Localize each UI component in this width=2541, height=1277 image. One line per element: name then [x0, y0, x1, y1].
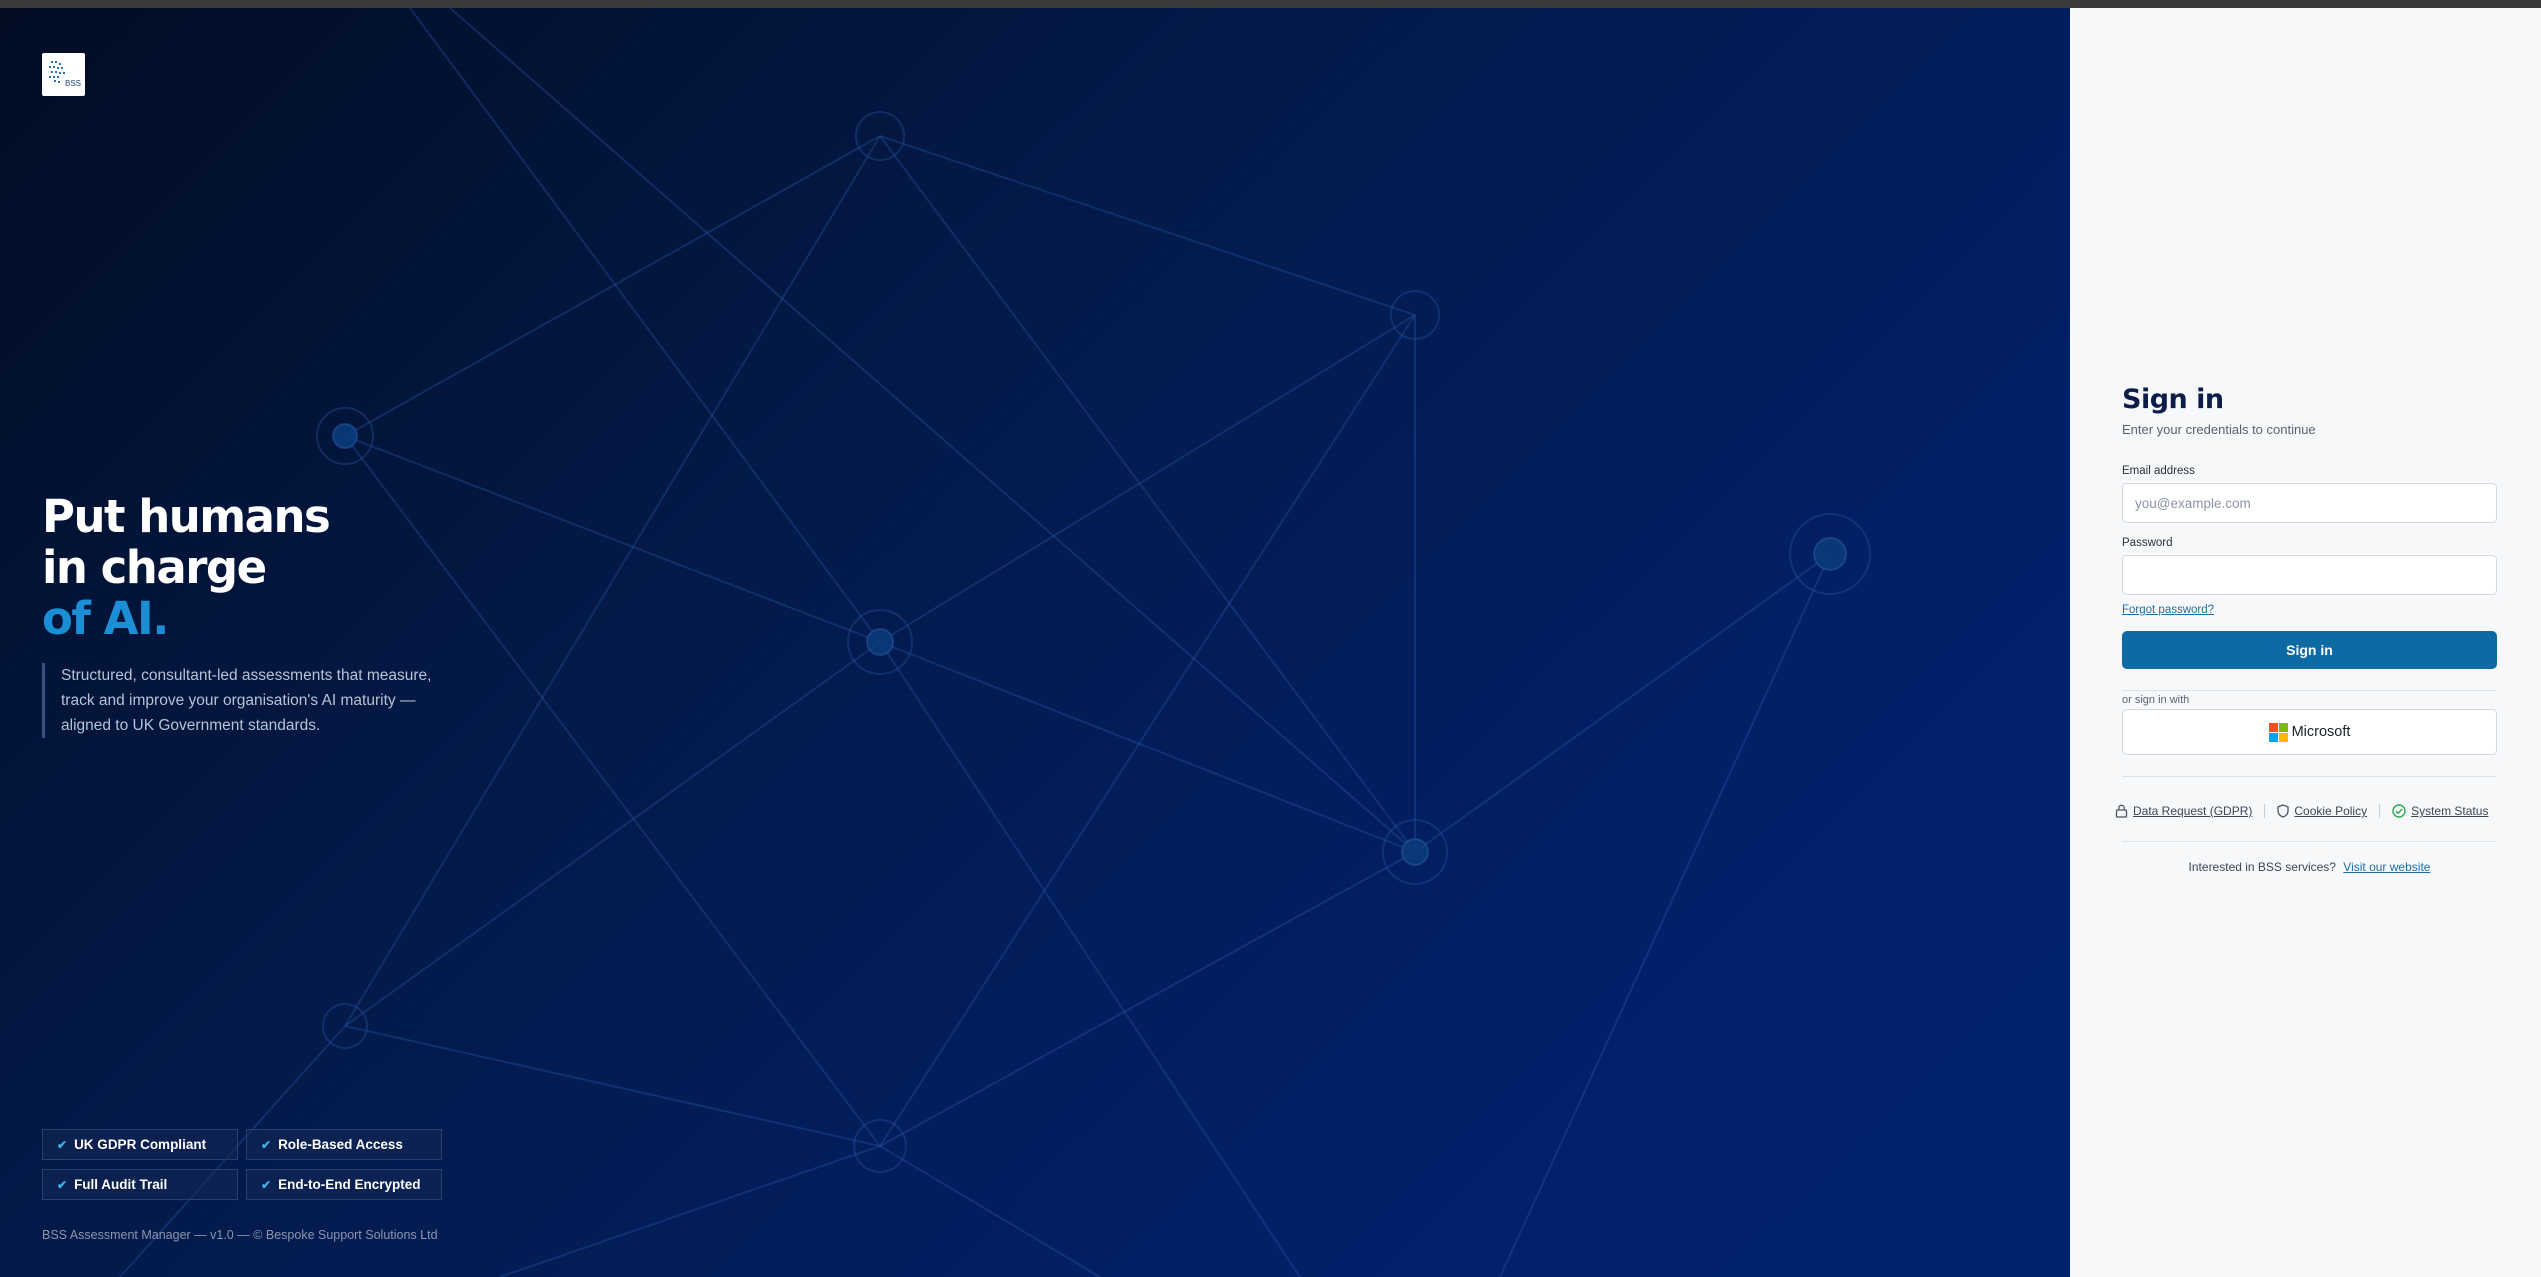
- gdpr-request-link[interactable]: Data Request (GDPR): [2115, 804, 2252, 818]
- or-sign-in-with: or sign in with: [2122, 694, 2190, 706]
- badge-role-access: ✔ Role-Based Access: [246, 1129, 442, 1160]
- badge-audit-trail: ✔ Full Audit Trail: [42, 1169, 238, 1200]
- email-label: Email address: [2122, 465, 2195, 477]
- signin-button[interactable]: Sign in: [2122, 631, 2497, 669]
- microsoft-signin-button[interactable]: Microsoft: [2122, 709, 2497, 755]
- email-input[interactable]: [2122, 483, 2497, 523]
- signin-title: Sign in: [2122, 384, 2224, 415]
- shield-icon: [2277, 804, 2290, 818]
- visit-website-link[interactable]: Visit our website: [2343, 860, 2430, 874]
- badge-gdpr: ✔ UK GDPR Compliant: [42, 1129, 238, 1160]
- badge-label: Role-Based Access: [278, 1137, 403, 1152]
- interest-text: Interested in BSS services?: [2188, 860, 2336, 874]
- hero-intro: Structured, consultant-led assessments t…: [42, 663, 461, 738]
- check-circle-icon: [2392, 804, 2406, 818]
- forgot-password-link[interactable]: Forgot password?: [2122, 604, 2497, 616]
- divider: [2122, 690, 2497, 691]
- signin-panel: Sign in Enter your credentials to contin…: [2070, 8, 2541, 1277]
- headline-accent: of AI.: [42, 592, 169, 645]
- headline-line-2: in charge: [42, 541, 267, 594]
- check-icon: ✔: [57, 1177, 68, 1192]
- link-divider: [2264, 804, 2266, 818]
- policy-links: Data Request (GDPR) Cookie Policy System…: [2115, 804, 2505, 818]
- badge-label: End-to-End Encrypted: [278, 1177, 421, 1192]
- system-status-link[interactable]: System Status: [2392, 804, 2488, 818]
- badge-encrypted: ✔ End-to-End Encrypted: [246, 1169, 442, 1200]
- signin-form: Sign in Enter your credentials to contin…: [2115, 384, 2497, 874]
- feature-badges: ✔ UK GDPR Compliant ✔ Role-Based Access …: [42, 1129, 442, 1200]
- hero-headline: Put humans in charge of AI.: [42, 490, 331, 645]
- hero-panel: BSS Put humans in charge of AI. Structur…: [0, 8, 2070, 1277]
- services-interest: Interested in BSS services? Visit our we…: [2122, 860, 2497, 874]
- divider: [2122, 776, 2497, 777]
- cookie-policy-link[interactable]: Cookie Policy: [2277, 804, 2367, 818]
- svg-text:BSS: BSS: [65, 79, 81, 88]
- badge-label: UK GDPR Compliant: [74, 1137, 207, 1152]
- cookie-link-label: Cookie Policy: [2294, 804, 2368, 818]
- link-divider: [2379, 804, 2381, 818]
- divider: [2122, 841, 2497, 842]
- microsoft-logo-icon: [2268, 722, 2288, 742]
- lock-icon: [2115, 804, 2128, 818]
- gdpr-link-label: Data Request (GDPR): [2133, 804, 2253, 818]
- password-input[interactable]: [2122, 555, 2497, 595]
- status-link-label: System Status: [2411, 804, 2489, 818]
- bss-logo-icon: BSS: [49, 61, 81, 88]
- version-footer: BSS Assessment Manager — v1.0 — © Bespok…: [42, 1228, 438, 1242]
- badge-label: Full Audit Trail: [74, 1177, 168, 1192]
- bss-logo: BSS: [42, 53, 85, 96]
- window-top-bar: [0, 0, 2541, 8]
- headline-line-1: Put humans: [42, 490, 331, 543]
- check-icon: ✔: [57, 1137, 68, 1152]
- password-label: Password: [2122, 537, 2173, 549]
- check-icon: ✔: [261, 1137, 272, 1152]
- check-icon: ✔: [261, 1177, 272, 1192]
- signin-subtitle: Enter your credentials to continue: [2122, 422, 2316, 437]
- microsoft-label: Microsoft: [2291, 724, 2351, 740]
